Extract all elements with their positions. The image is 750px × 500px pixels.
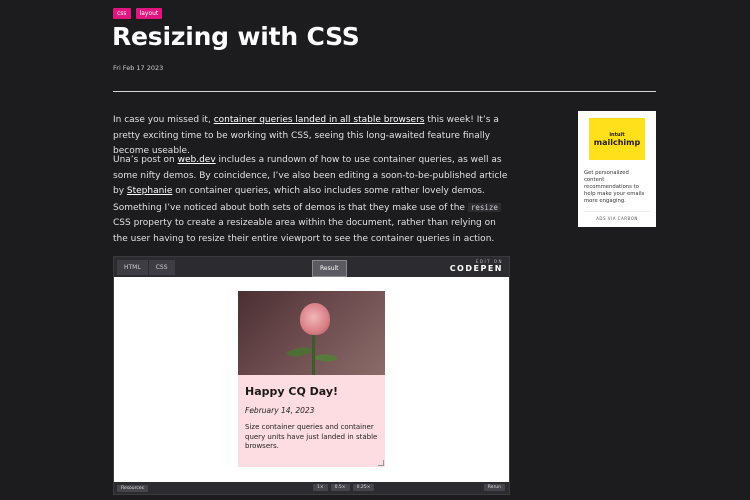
codepen-footer: Resources 1× 0.5× 0.25× Rerun: [114, 482, 509, 494]
rose-image: [238, 291, 385, 375]
tag-list: css layout: [113, 8, 163, 19]
text: CSS property to create a resizeable area…: [113, 218, 496, 244]
ad-text[interactable]: Get personalized content recommendations…: [584, 170, 650, 205]
post-date: Fri Feb 17 2023: [113, 64, 164, 72]
card-title: Happy CQ Day!: [245, 385, 339, 398]
resources-button[interactable]: Resources: [117, 484, 148, 492]
paragraph-demos: Una’s post on web.dev includes a rundown…: [113, 153, 509, 248]
logo-text: mailchimp: [593, 137, 641, 147]
demo-card: Happy CQ Day! February 14, 2023 Size con…: [238, 291, 385, 467]
tab-css[interactable]: CSS: [148, 259, 175, 275]
card-date: February 14, 2023: [245, 406, 315, 415]
container-queries-link[interactable]: container queries landed in all stable b…: [214, 115, 425, 125]
tag-layout[interactable]: layout: [135, 8, 163, 19]
rose-shape: [300, 303, 330, 335]
codepen-logo[interactable]: EDIT ON CODEPEN: [450, 259, 503, 273]
divider: [113, 91, 656, 92]
text: In case you missed it,: [113, 115, 214, 125]
zoom-controls: 1× 0.5× 0.25×: [313, 484, 375, 491]
leaf-shape: [286, 340, 314, 364]
carbon-ad[interactable]: intuit mailchimp Get personalized conten…: [578, 111, 656, 227]
codepen-embed: HTML CSS Result EDIT ON CODEPEN Happy CQ…: [113, 256, 510, 495]
zoom-05x-button[interactable]: 0.5×: [330, 484, 350, 491]
ads-via-carbon[interactable]: ADS VIA CARBON: [584, 211, 650, 221]
card-text: Size container queries and container que…: [245, 423, 378, 450]
rerun-button[interactable]: Rerun: [483, 484, 505, 491]
tab-result[interactable]: Result: [312, 260, 347, 277]
text: Una’s post on: [113, 155, 178, 165]
resize-handle-icon[interactable]: [378, 460, 384, 466]
stephanie-link[interactable]: Stephanie: [127, 186, 172, 196]
stem-shape: [312, 331, 315, 375]
codepen-toolbar: HTML CSS Result EDIT ON CODEPEN: [114, 257, 509, 277]
codepen-brand: CODEPEN: [449, 264, 503, 273]
webdev-link[interactable]: web.dev: [178, 155, 216, 165]
zoom-1x-button[interactable]: 1×: [313, 484, 328, 491]
tag-css[interactable]: css: [113, 8, 131, 19]
tab-html[interactable]: HTML: [117, 259, 148, 275]
leaf-shape: [313, 349, 339, 367]
inline-code: resize: [467, 202, 501, 212]
zoom-025x-button[interactable]: 0.25×: [352, 484, 375, 491]
card-body: Happy CQ Day! February 14, 2023 Size con…: [238, 375, 385, 462]
page-title: Resizing with CSS: [112, 22, 360, 51]
mailchimp-logo[interactable]: intuit mailchimp: [589, 118, 645, 160]
